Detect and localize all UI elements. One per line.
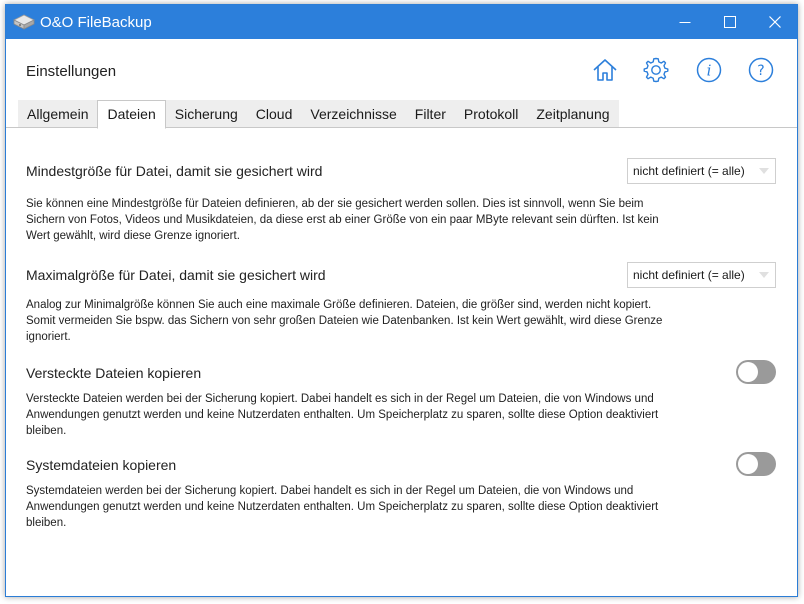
app-window: O&O FileBackup Einstellungen i ? Allgeme… [5,4,798,597]
max-size-dropdown[interactable]: nicht definiert (= alle) [627,262,776,288]
info-icon[interactable]: i [695,56,723,84]
home-icon[interactable] [591,56,619,84]
tab-dateien[interactable]: Dateien [97,100,166,129]
settings-panel: Mindestgröße für Datei, damit sie gesich… [6,128,797,596]
tab-cloud[interactable]: Cloud [246,100,302,128]
max-size-title: Maximalgröße für Datei, damit sie gesich… [26,267,326,283]
description-line: Somit vermeiden Sie bspw. das Sichern vo… [26,315,663,327]
min-size-value: nicht definiert (= alle) [633,164,745,178]
window-title: O&O FileBackup [40,14,152,31]
hidden-files-toggle[interactable] [736,360,776,384]
maximize-button[interactable] [707,5,753,39]
toggle-knob [738,454,758,474]
chevron-down-icon [759,168,769,174]
system-files-description: Systemdateien werden bei der Sicherung k… [26,483,696,531]
gear-icon[interactable] [642,56,670,84]
description-line: ignoriert. [26,331,71,343]
description-line: Sichern von Fotos, Videos und Musikdatei… [26,214,659,226]
system-files-toggle[interactable] [736,452,776,476]
description-line: bleiben. [26,517,67,529]
tab-verzeichnisse[interactable]: Verzeichnisse [301,100,406,128]
help-icon[interactable]: ? [747,56,775,84]
tab-sicherung[interactable]: Sicherung [165,100,247,128]
description-line: Anwendungen genutzt werden und keine Nut… [26,409,659,421]
description-line: Systemdateien werden bei der Sicherung k… [26,485,634,497]
close-button[interactable] [752,5,798,39]
toggle-knob [738,362,758,382]
tab-filter[interactable]: Filter [405,100,455,128]
app-logo-icon [13,14,35,30]
description-line: Anwendungen genutzt werden und keine Nut… [26,501,659,513]
description-line: Wert gewählt, wird diese Grenze ignorier… [26,230,240,242]
maximize-icon [724,16,736,28]
settings-tabs: Allgemein Dateien Sicherung Cloud Verzei… [18,100,619,129]
svg-text:?: ? [757,63,764,79]
minimize-button[interactable] [662,5,708,39]
system-files-title: Systemdateien kopieren [26,457,177,473]
max-size-value: nicht definiert (= alle) [633,268,745,282]
title-bar[interactable]: O&O FileBackup [6,5,797,39]
min-size-description: Sie können eine Mindestgröße für Dateien… [26,196,696,244]
hidden-files-title: Versteckte Dateien kopieren [26,365,202,381]
svg-text:i: i [707,62,712,80]
min-size-title: Mindestgröße für Datei, damit sie gesich… [26,163,323,179]
tab-protokoll[interactable]: Protokoll [454,100,528,128]
tab-allgemein[interactable]: Allgemein [18,100,98,128]
description-line: Analog zur Minimalgröße können Sie auch … [26,299,652,311]
min-size-dropdown[interactable]: nicht definiert (= alle) [627,158,776,184]
description-line: Sie können eine Mindestgröße für Dateien… [26,198,644,210]
tab-zeitplanung[interactable]: Zeitplanung [527,100,619,128]
chevron-down-icon [759,272,769,278]
max-size-description: Analog zur Minimalgröße können Sie auch … [26,297,696,345]
close-icon [769,16,781,28]
description-line: bleiben. [26,425,67,437]
page-title: Einstellungen [26,63,117,80]
hidden-files-description: Versteckte Dateien werden bei der Sicher… [26,391,696,439]
minimize-icon [679,22,691,23]
description-line: Versteckte Dateien werden bei der Sicher… [26,393,654,405]
